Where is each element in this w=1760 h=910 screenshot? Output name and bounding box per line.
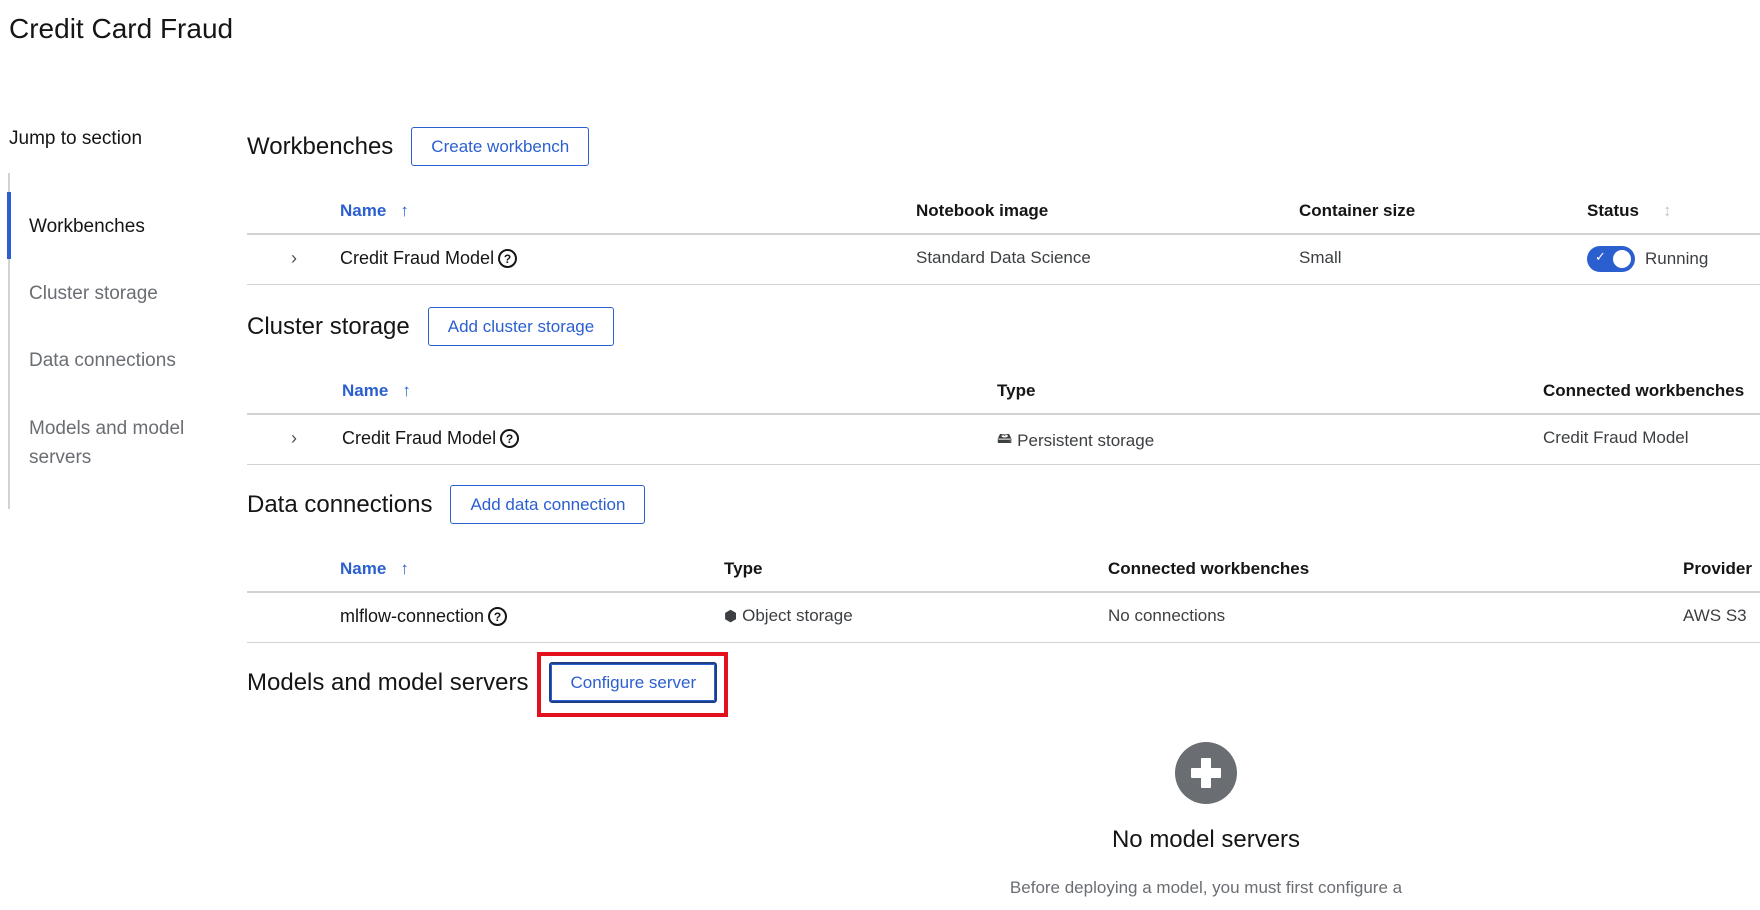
data-connections-title: Data connections <box>247 490 433 518</box>
workbenches-title: Workbenches <box>247 132 394 160</box>
expand-row-icon[interactable]: › <box>291 428 297 449</box>
column-container-size: Container size <box>1299 201 1416 220</box>
expand-row-icon[interactable]: › <box>291 248 297 269</box>
empty-state: No model servers Before deploying a mode… <box>1006 742 1406 898</box>
status-cell: ✓ Running <box>1587 246 1708 272</box>
page-title: Credit Card Fraud <box>9 13 234 44</box>
container-size: Small <box>1299 248 1342 267</box>
highlight-annotation <box>537 652 728 717</box>
connected-workbenches: No connections <box>1108 606 1226 625</box>
sort-icon: ↕ <box>1662 201 1672 220</box>
jump-item-workbenches[interactable]: Workbenches <box>29 212 145 241</box>
help-icon[interactable]: ? <box>498 249 518 268</box>
workbenches-section-header: Workbenches Create workbench <box>247 127 590 166</box>
table-row: › Credit Fraud Model? Standard Data Scie… <box>247 235 1760 285</box>
jump-item-models[interactable]: Models and model servers <box>29 414 199 472</box>
empty-state-title: No model servers <box>1111 826 1301 853</box>
storage-type: 🖴 Persistent storage <box>997 428 1154 453</box>
connected-workbench: Credit Fraud Model <box>1543 428 1689 447</box>
column-provider: Provider <box>1683 559 1752 578</box>
empty-state-body: Before deploying a model, you must first… <box>1009 878 1403 897</box>
table-header: Name ↑ Notebook image Container size Stat… <box>247 189 1760 235</box>
table-row: mlflow-connection? ⬢ Object storage No co… <box>247 593 1760 643</box>
column-connected-workbenches: Connected workbenches <box>1108 559 1310 578</box>
jump-item-data-connections[interactable]: Data connections <box>29 346 176 375</box>
column-notebook-image: Notebook image <box>916 201 1049 220</box>
jump-item-cluster-storage[interactable]: Cluster storage <box>29 279 158 308</box>
notebook-image: Standard Data Science <box>916 248 1091 267</box>
jump-to-section-label: Jump to section <box>9 128 143 149</box>
help-icon[interactable]: ? <box>488 607 508 626</box>
column-connected-workbenches: Connected workbenches <box>1543 381 1745 400</box>
connection-type: ⬢ Object storage <box>724 606 853 625</box>
column-type: Type <box>724 559 763 578</box>
add-cluster-storage-button[interactable]: Add cluster storage <box>427 307 615 346</box>
cluster-storage-section-header: Cluster storage Add cluster storage <box>247 307 615 346</box>
jump-nav: Workbenches Cluster storage Data connect… <box>7 173 208 509</box>
data-connections-section-header: Data connections Add data connection <box>247 485 646 524</box>
column-type: Type <box>997 381 1036 400</box>
sort-ascending-icon: ↑ <box>402 381 411 400</box>
column-name[interactable]: Name ↑ <box>340 559 409 579</box>
column-status[interactable]: Status ↕ <box>1587 201 1671 221</box>
storage-name: Credit Fraud Model? <box>342 428 520 449</box>
models-title: Models and model servers <box>247 668 529 696</box>
data-connections-table: Name ↑ Type Connected workbenches Provide… <box>247 547 1760 643</box>
column-name[interactable]: Name ↑ <box>342 381 411 401</box>
provider: AWS S3 <box>1683 606 1747 625</box>
cube-icon: ⬢ <box>724 608 738 625</box>
hard-drive-icon: 🖴 <box>997 430 1013 447</box>
add-data-connection-button[interactable]: Add data connection <box>450 485 646 524</box>
check-icon: ✓ <box>1595 249 1606 264</box>
table-header: Name ↑ Type Connected workbenches <box>247 369 1760 415</box>
table-row: › Credit Fraud Model? 🖴 Persistent storag… <box>247 415 1760 465</box>
column-name[interactable]: Name ↑ <box>340 201 409 221</box>
workbenches-table: Name ↑ Notebook image Container size Stat… <box>247 189 1760 285</box>
plus-circle-icon <box>1175 742 1237 804</box>
create-workbench-button[interactable]: Create workbench <box>411 127 590 166</box>
connection-name: mlflow-connection? <box>340 606 508 627</box>
workbench-name: Credit Fraud Model? <box>340 248 518 269</box>
help-icon[interactable]: ? <box>500 429 520 448</box>
status-toggle[interactable]: ✓ <box>1587 246 1635 272</box>
cluster-storage-table: Name ↑ Type Connected workbenches › Credi… <box>247 369 1760 465</box>
sort-ascending-icon: ↑ <box>400 559 409 578</box>
jump-active-indicator <box>7 192 11 259</box>
cluster-storage-title: Cluster storage <box>247 312 410 340</box>
status-label: Running <box>1645 249 1709 268</box>
sort-ascending-icon: ↑ <box>400 201 409 220</box>
table-header: Name ↑ Type Connected workbenches Provide… <box>247 547 1760 593</box>
